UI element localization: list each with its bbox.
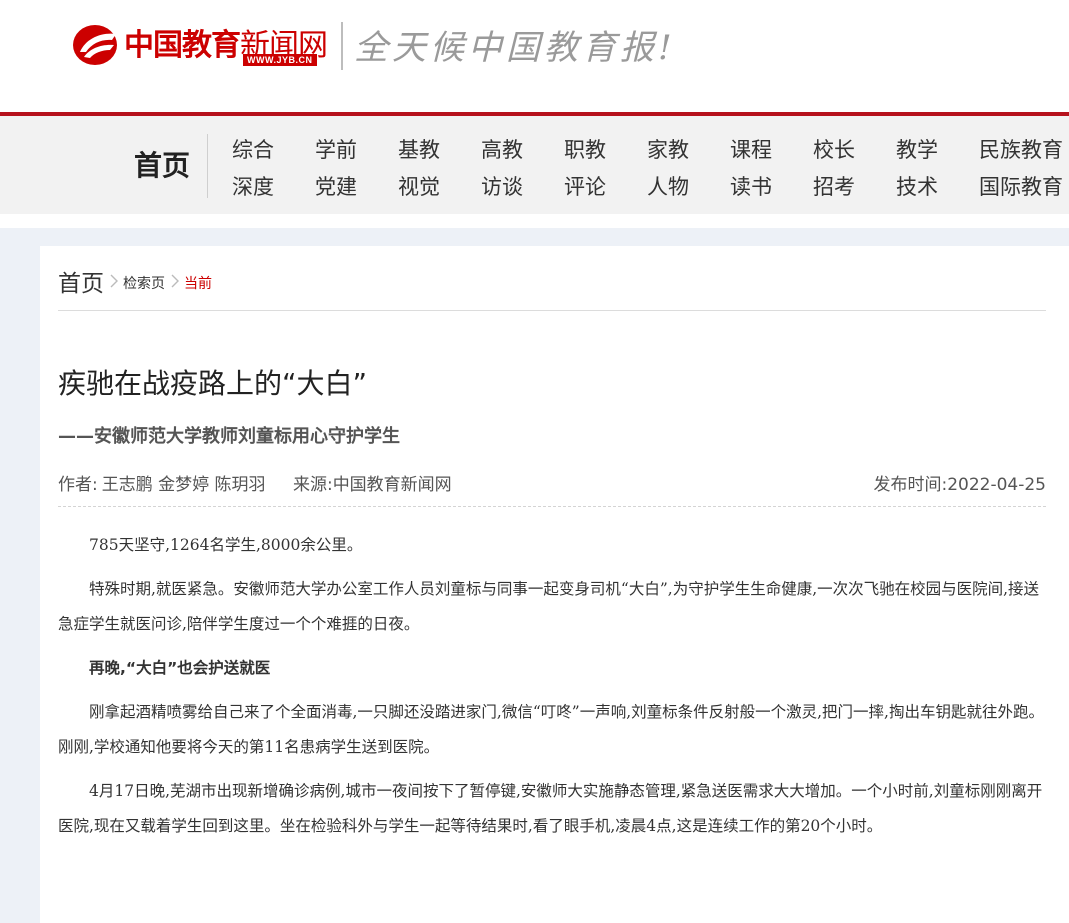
source-name: 中国教育新闻网 (332, 475, 452, 495)
logo-text-bold: 中国教育 (124, 28, 241, 63)
article-meta: 作者: 王志鹏 金梦婷 陈玥羽 来源:中国教育新闻网 发布时间:2022-04-2… (58, 470, 1046, 495)
article-subtitle: ——安徽师范大学教师刘童标用心守护学生 (58, 426, 400, 447)
nav-item-dushu[interactable]: 读书 (730, 171, 813, 201)
nav-item-jiaoxue[interactable]: 教学 (896, 134, 979, 164)
date-label: 发布时间: (873, 475, 948, 495)
breadcrumb-chevron-icon (110, 274, 118, 288)
article-paragraph: 785天坚守,1264名学生,8000余公里。 (89, 536, 363, 554)
date-value: 2022-04-25 (947, 475, 1046, 495)
site-header: 中国教育新闻网 WWW.JYB.CN 全天候中国教育报! (0, 0, 1069, 112)
nav-item-kecheng[interactable]: 课程 (730, 134, 813, 164)
header-divider (341, 22, 343, 70)
article-paragraph: 特殊时期,就医紧急。安徽师范大学办公室工作人员刘童标与同事一起变身司机“大白”,… (58, 580, 1040, 633)
publish-date: 发布时间:2022-04-25 (873, 470, 1046, 495)
nav-item-jijiao[interactable]: 基教 (398, 134, 481, 164)
main-nav: 首页 综合 学前 基教 高教 职教 家教 课程 校长 教学 民族教育 深度 党建… (0, 116, 1069, 214)
nav-item-guoji[interactable]: 国际教育 (979, 171, 1069, 201)
author-label: 作者: (58, 475, 98, 495)
nav-item-xueqian[interactable]: 学前 (315, 134, 398, 164)
nav-separator (207, 134, 208, 198)
article-paragraph: 4月17日晚,芜湖市出现新增确诊病例,城市一夜间按下了暂停键,安徽师大实施静态管… (58, 782, 1043, 835)
nav-item-zhaokao[interactable]: 招考 (813, 171, 896, 201)
author-names: 王志鹏 金梦婷 陈玥羽 (101, 475, 266, 495)
article-container: 首页 检索页 当前 疾驰在战疫路上的“大白” ——安徽师范大学教师刘童标用心守护… (40, 246, 1069, 923)
nav-home-link[interactable]: 首页 (134, 144, 190, 184)
nav-channel-grid: 综合 学前 基教 高教 职教 家教 课程 校长 教学 民族教育 深度 党建 视觉… (232, 130, 1069, 204)
article-title: 疾驰在战疫路上的“大白” (58, 367, 368, 400)
nav-item-dangjian[interactable]: 党建 (315, 171, 398, 201)
nav-row-1: 综合 学前 基教 高教 职教 家教 课程 校长 教学 民族教育 (232, 130, 1069, 167)
breadcrumb: 首页 检索页 当前 (58, 264, 212, 298)
nav-item-gaojiao[interactable]: 高教 (481, 134, 564, 164)
nav-row-2: 深度 党建 视觉 访谈 评论 人物 读书 招考 技术 国际教育 (232, 167, 1069, 204)
nav-item-minzu[interactable]: 民族教育 (979, 134, 1069, 164)
source-label: 来源: (292, 475, 333, 495)
nav-item-jishu[interactable]: 技术 (896, 171, 979, 201)
nav-item-zonghe[interactable]: 综合 (232, 134, 315, 164)
logo-url: WWW.JYB.CN (243, 54, 317, 66)
breadcrumb-search-link[interactable]: 检索页 (123, 273, 165, 293)
nav-item-shendu[interactable]: 深度 (232, 171, 315, 201)
breadcrumb-current: 当前 (184, 276, 212, 292)
article-paragraph: 刚拿起酒精喷雾给自己来了个全面消毒,一只脚还没踏进家门,微信“叮咚”一声响,刘童… (58, 703, 1044, 756)
breadcrumb-home-link[interactable]: 首页 (58, 264, 104, 298)
nav-item-xiaozhang[interactable]: 校长 (813, 134, 896, 164)
header-slogan: 全天候中国教育报! (354, 28, 676, 68)
breadcrumb-chevron-icon (171, 274, 179, 288)
nav-item-pinglun[interactable]: 评论 (564, 171, 647, 201)
breadcrumb-divider (58, 310, 1046, 311)
article-body: 785天坚守,1264名学生,8000余公里。 特殊时期,就医紧急。安徽师范大学… (58, 528, 1046, 853)
meta-divider (58, 506, 1046, 507)
nav-item-jiajiao[interactable]: 家教 (647, 134, 730, 164)
jyb-logo-icon[interactable] (72, 24, 118, 66)
nav-item-fangtan[interactable]: 访谈 (481, 171, 564, 201)
nav-item-shijue[interactable]: 视觉 (398, 171, 481, 201)
article-section-heading: 再晚,“大白”也会护送就医 (89, 659, 271, 677)
nav-item-renwu[interactable]: 人物 (647, 171, 730, 201)
nav-item-zhijiao[interactable]: 职教 (564, 134, 647, 164)
